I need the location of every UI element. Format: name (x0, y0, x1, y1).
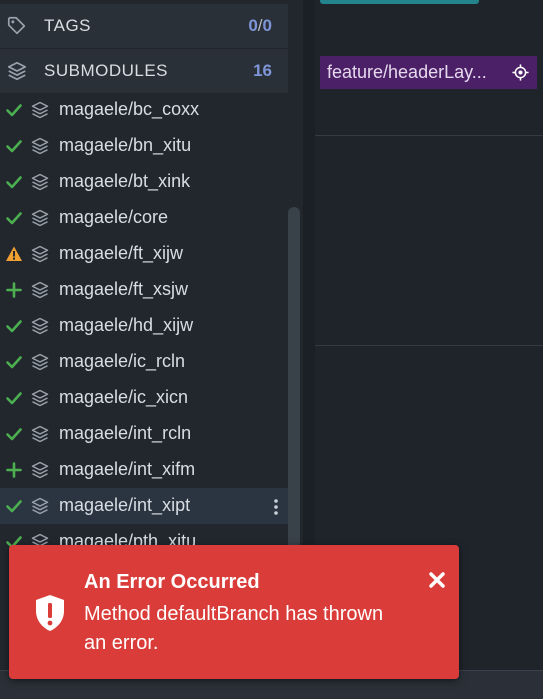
submodule-item[interactable]: magaele/int_xifm (0, 452, 288, 488)
layers-icon (31, 317, 49, 335)
submodule-label: magaele/ic_rcln (59, 351, 186, 371)
layers-icon (31, 137, 49, 155)
warning-icon (6, 246, 22, 261)
submodule-label: magaele/ft_xijw (59, 243, 184, 263)
check-icon (6, 392, 22, 405)
submodule-item[interactable]: magaele/ft_xijw (0, 236, 288, 272)
branch-label-pill[interactable]: feature/headerLay... (320, 56, 537, 89)
submodule-label: magaele/int_xipt (59, 495, 191, 515)
toast-message: Method defaultBranch has thrown an error… (84, 603, 384, 654)
submodule-item[interactable]: magaele/hd_xijw (0, 308, 288, 344)
check-icon (6, 212, 22, 225)
layers-icon (31, 425, 49, 443)
submodule-item[interactable]: magaele/int_rcln (0, 416, 288, 452)
check-icon (6, 176, 22, 189)
branch-indicator-bar (320, 0, 479, 4)
layers-icon (31, 461, 49, 479)
tags-label: TAGS (44, 16, 92, 35)
submodules-section-header[interactable]: SUBMODULES 16 (0, 49, 288, 93)
tag-icon (7, 16, 26, 35)
submodule-item[interactable]: magaele/bn_xitu (0, 128, 288, 164)
submodule-label: magaele/bt_xink (59, 171, 191, 191)
graph-row-divider (315, 345, 543, 346)
submodule-label: magaele/bn_xitu (59, 135, 192, 155)
error-toast: An Error Occurred Method defaultBranch h… (9, 545, 459, 679)
kebab-menu-icon[interactable] (270, 497, 282, 517)
submodule-item[interactable]: magaele/bc_coxx (0, 92, 288, 128)
submodule-label: magaele/int_rcln (59, 423, 192, 443)
tags-count: 0/0 (248, 16, 272, 36)
submodule-label: magaele/int_xifm (59, 459, 196, 479)
target-icon[interactable] (512, 64, 529, 81)
submodule-label: magaele/ft_xsjw (59, 279, 189, 299)
check-icon (6, 140, 22, 153)
layers-icon (31, 497, 49, 515)
tags-count-a: 0 (248, 16, 258, 35)
layers-icon (7, 61, 27, 81)
check-icon (6, 356, 22, 369)
layers-icon (31, 389, 49, 407)
layers-icon (31, 281, 49, 299)
check-icon (6, 104, 22, 117)
check-icon (6, 320, 22, 333)
layers-icon (31, 101, 49, 119)
submodule-label: magaele/hd_xijw (59, 315, 194, 335)
submodule-label: magaele/ic_xicn (59, 387, 189, 407)
submodule-item[interactable]: magaele/ic_xicn (0, 380, 288, 416)
toast-title: An Error Occurred (84, 571, 260, 593)
layers-icon (31, 245, 49, 263)
submodule-label: magaele/core (59, 207, 169, 227)
submodule-item[interactable]: magaele/int_xipt (0, 488, 288, 524)
check-icon (6, 428, 22, 441)
submodules-count: 16 (253, 61, 272, 80)
close-icon[interactable] (428, 571, 446, 589)
branch-label: feature/headerLay... (327, 62, 487, 82)
layers-icon (31, 353, 49, 371)
submodules-label: SUBMODULES (44, 61, 169, 80)
submodule-item[interactable]: magaele/ic_rcln (0, 344, 288, 380)
graph-row-divider (315, 135, 543, 136)
submodule-item[interactable]: magaele/bt_xink (0, 164, 288, 200)
submodule-item[interactable]: magaele/core (0, 200, 288, 236)
layers-icon (31, 173, 49, 191)
submodule-item[interactable]: magaele/ft_xsjw (0, 272, 288, 308)
tags-count-b: 0 (262, 16, 272, 35)
plus-icon (6, 282, 22, 298)
tags-section-header[interactable]: TAGS 0/0 (0, 4, 288, 48)
plus-icon (6, 462, 22, 478)
check-icon (6, 500, 22, 513)
submodule-label: magaele/bc_coxx (59, 99, 200, 119)
layers-icon (31, 209, 49, 227)
shield-alert-icon (36, 595, 64, 631)
